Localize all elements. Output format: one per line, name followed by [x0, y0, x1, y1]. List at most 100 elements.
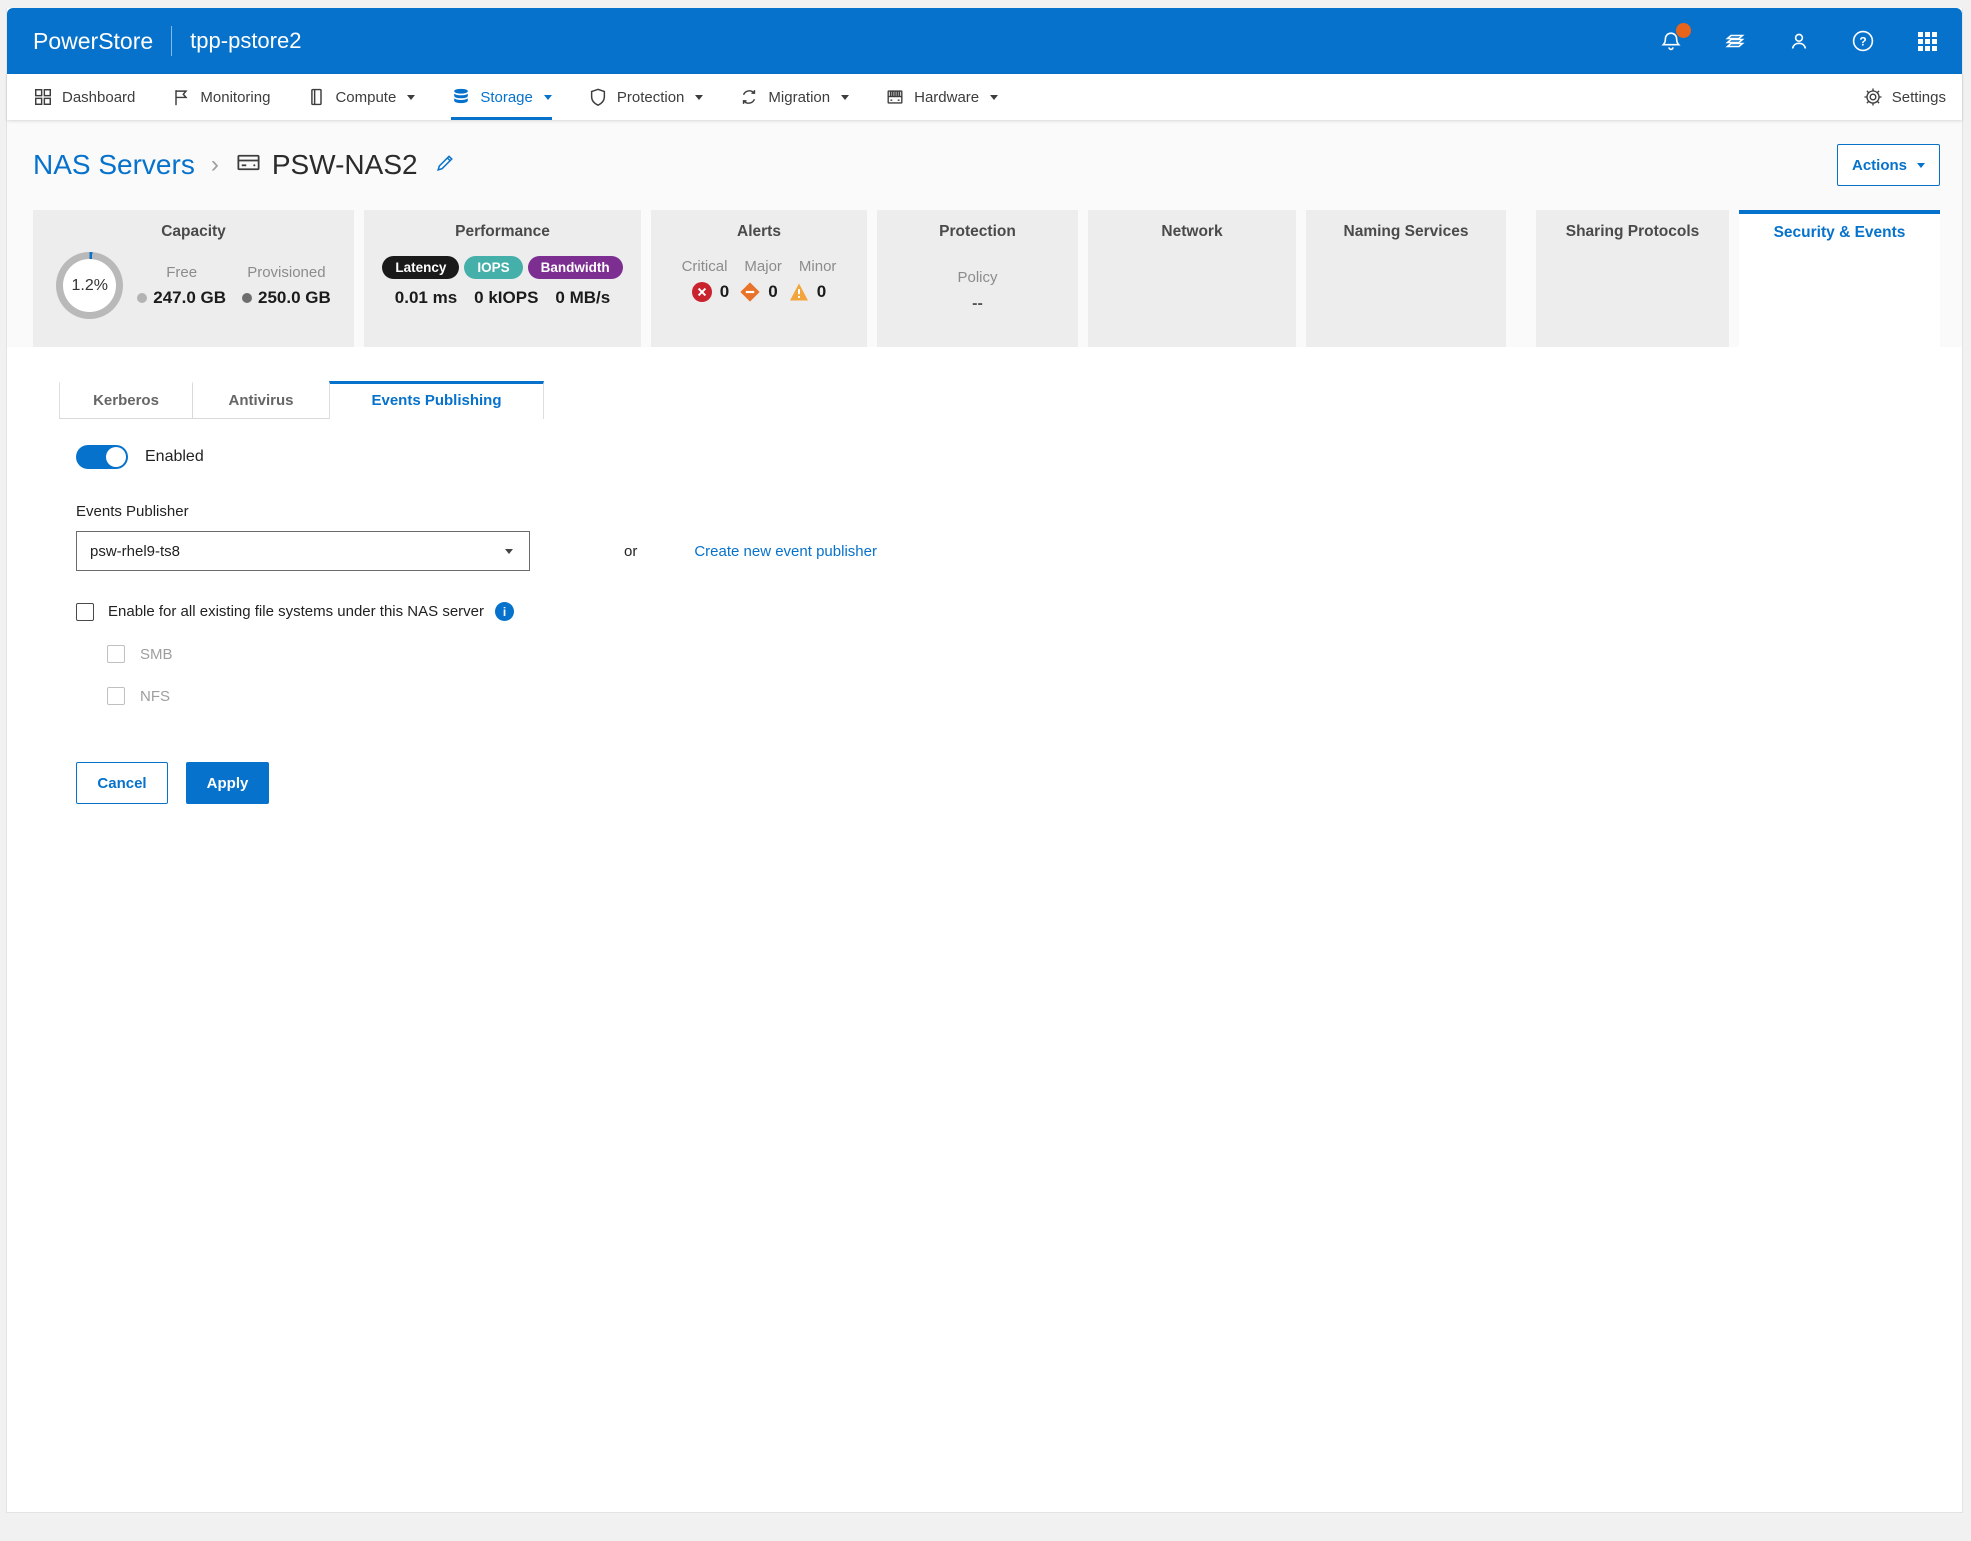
- nav-item-hardware[interactable]: Hardware: [885, 74, 998, 120]
- network-card[interactable]: Network: [1088, 210, 1296, 347]
- events-publisher-select[interactable]: psw-rhel9-ts8: [76, 531, 530, 571]
- enabled-toggle-label: Enabled: [145, 448, 204, 466]
- security-events-panel: Kerberos Antivirus Events Publishing Ena…: [7, 347, 1962, 1512]
- apply-button[interactable]: Apply: [186, 762, 269, 804]
- chevron-down-icon: [695, 95, 703, 100]
- chevron-down-icon: [407, 95, 415, 100]
- events-publisher-label: Events Publisher: [76, 503, 1938, 520]
- enable-all-filesystems-checkbox[interactable]: [76, 603, 94, 621]
- enabled-toggle[interactable]: [76, 445, 128, 469]
- sharing-protocols-card-title: Sharing Protocols: [1536, 223, 1729, 241]
- or-text: or: [624, 543, 637, 560]
- nav-item-migration[interactable]: Migration: [739, 74, 849, 120]
- capacity-free-label: Free: [137, 264, 226, 281]
- page-title: PSW-NAS2: [272, 149, 418, 181]
- nav-item-monitoring[interactable]: Monitoring: [171, 74, 270, 120]
- capacity-donut-chart: 1.2%: [56, 252, 123, 319]
- nfs-label: NFS: [140, 688, 170, 705]
- create-new-event-publisher-link[interactable]: Create new event publisher: [694, 543, 877, 560]
- jobs-icon[interactable]: [1722, 28, 1748, 54]
- nav-label: Monitoring: [200, 89, 270, 106]
- toggle-knob: [106, 447, 126, 467]
- monitoring-flag-icon: [171, 87, 191, 107]
- tab-antivirus[interactable]: Antivirus: [192, 381, 329, 419]
- major-count: 0: [768, 282, 777, 302]
- nav-label: Dashboard: [62, 89, 135, 106]
- capacity-card[interactable]: Capacity 1.2% Free 247.0 GB Provisioned …: [33, 210, 354, 347]
- nas-server-icon: [235, 149, 262, 181]
- protection-shield-icon: [588, 87, 608, 107]
- chevron-down-icon: [505, 549, 513, 554]
- tab-kerberos[interactable]: Kerberos: [59, 381, 192, 419]
- events-publishing-form: Enabled Events Publisher psw-rhel9-ts8 o…: [76, 445, 1938, 804]
- major-label: Major: [744, 258, 782, 275]
- summary-card-row: Capacity 1.2% Free 247.0 GB Provisioned …: [7, 210, 1962, 347]
- nav-label: Migration: [768, 89, 830, 106]
- provisioned-legend-dot: [242, 293, 252, 303]
- capacity-provisioned-value: 250.0 GB: [258, 288, 331, 308]
- nav-item-dashboard[interactable]: Dashboard: [33, 74, 135, 120]
- nfs-checkbox[interactable]: [107, 687, 125, 705]
- free-legend-dot: [137, 293, 147, 303]
- sub-tab-bar: Kerberos Antivirus Events Publishing: [59, 381, 544, 419]
- chevron-down-icon: [841, 95, 849, 100]
- protection-card[interactable]: Protection Policy --: [877, 210, 1078, 347]
- bandwidth-value: 0 MB/s: [555, 288, 610, 308]
- iops-pill: IOPS: [464, 256, 522, 279]
- help-icon[interactable]: ?: [1850, 28, 1876, 54]
- edit-pencil-icon[interactable]: [434, 152, 456, 179]
- nav-item-storage[interactable]: Storage: [451, 74, 552, 120]
- breadcrumb-nas-servers-link[interactable]: NAS Servers: [33, 149, 195, 181]
- major-alert-icon: [740, 282, 760, 302]
- gear-icon: [1863, 87, 1883, 107]
- naming-services-card[interactable]: Naming Services: [1306, 210, 1506, 347]
- performance-card[interactable]: Performance Latency IOPS Bandwidth 0.01 …: [364, 210, 641, 347]
- nav-item-protection[interactable]: Protection: [588, 74, 704, 120]
- network-card-title: Network: [1088, 223, 1296, 241]
- notification-badge: [1676, 23, 1691, 38]
- naming-services-card-title: Naming Services: [1306, 223, 1506, 241]
- critical-count: 0: [720, 282, 729, 302]
- chevron-right-icon: ›: [211, 151, 219, 179]
- nav-label: Compute: [335, 89, 396, 106]
- capacity-percent: 1.2%: [63, 259, 116, 312]
- info-icon[interactable]: i: [495, 602, 514, 621]
- critical-label: Critical: [682, 258, 728, 275]
- protection-card-title: Protection: [877, 223, 1078, 241]
- notifications-bell-icon[interactable]: [1658, 28, 1684, 54]
- chevron-down-icon: [1917, 163, 1925, 168]
- nav-label: Storage: [480, 89, 533, 106]
- svg-text:?: ?: [1859, 34, 1866, 48]
- enable-all-filesystems-label: Enable for all existing file systems und…: [108, 603, 484, 620]
- breadcrumb: NAS Servers › PSW-NAS2 Actions: [7, 120, 1962, 210]
- security-events-tab-card[interactable]: Security & Events: [1739, 210, 1940, 347]
- alerts-card[interactable]: Alerts Critical Major Minor 0: [651, 210, 867, 347]
- product-logo: PowerStore: [33, 28, 153, 55]
- sharing-protocols-card[interactable]: Sharing Protocols: [1536, 210, 1729, 347]
- app-launcher-grid-icon[interactable]: [1914, 28, 1940, 54]
- storage-database-icon: [451, 87, 471, 107]
- critical-alert-icon: [692, 282, 712, 302]
- policy-label: Policy: [877, 269, 1078, 286]
- minor-label: Minor: [799, 258, 837, 275]
- policy-value: --: [877, 295, 1078, 313]
- events-publisher-selected-value: psw-rhel9-ts8: [90, 543, 180, 560]
- migration-icon: [739, 87, 759, 107]
- capacity-free-value: 247.0 GB: [153, 288, 226, 308]
- chevron-down-icon: [544, 95, 552, 100]
- compute-icon: [306, 87, 326, 107]
- actions-button[interactable]: Actions: [1837, 144, 1940, 186]
- tab-events-publishing[interactable]: Events Publishing: [329, 381, 544, 419]
- nav-label: Protection: [617, 89, 685, 106]
- user-icon[interactable]: [1786, 28, 1812, 54]
- security-events-card-title: Security & Events: [1739, 224, 1940, 242]
- smb-checkbox[interactable]: [107, 645, 125, 663]
- nav-item-settings[interactable]: Settings: [1863, 74, 1946, 120]
- minor-alert-icon: [789, 282, 809, 302]
- hardware-rack-icon: [885, 87, 905, 107]
- cancel-button[interactable]: Cancel: [76, 762, 168, 804]
- nav-item-compute[interactable]: Compute: [306, 74, 415, 120]
- header-divider: [171, 26, 172, 56]
- powerstore-app: PowerStore tpp-pstore2: [6, 8, 1963, 1513]
- chevron-down-icon: [990, 95, 998, 100]
